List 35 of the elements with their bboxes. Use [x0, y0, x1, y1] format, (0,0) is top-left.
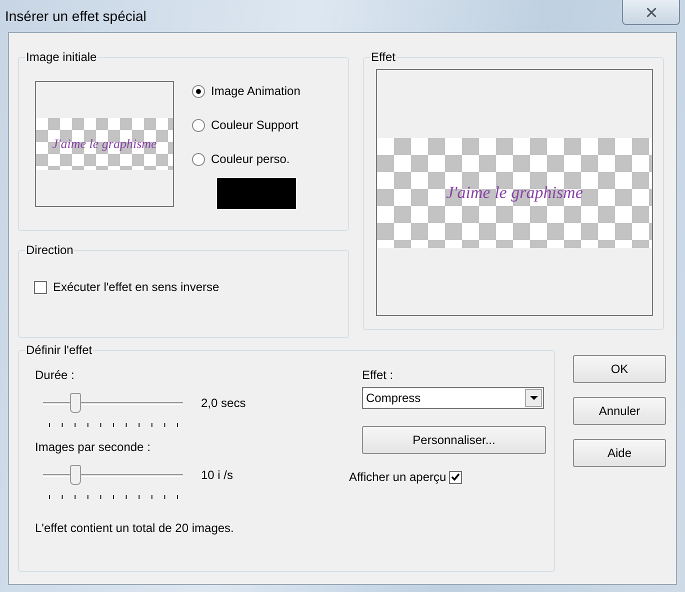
slider[interactable] — [43, 393, 183, 413]
checkbox[interactable] — [34, 280, 47, 294]
radio-label: Image Animation — [211, 84, 300, 98]
dialog-button[interactable]: Annuler — [573, 397, 666, 425]
slider[interactable] — [43, 465, 183, 485]
group-label: Effet — [370, 50, 396, 64]
radio-button[interactable] — [192, 118, 205, 132]
checkmark-icon — [451, 473, 460, 481]
radio-label: Couleur perso. — [211, 152, 290, 166]
slider-label: Durée : — [35, 368, 76, 382]
group-label: Direction — [25, 243, 74, 257]
dialog-button[interactable]: OK — [573, 355, 666, 383]
slider-value: 2,0 secs — [201, 396, 246, 410]
radio-button[interactable] — [192, 84, 205, 98]
checkbox-label: Exécuter l'effet en sens inverse — [53, 280, 220, 294]
group-label: Définir l'effet — [25, 343, 94, 357]
close-button[interactable] — [622, 0, 680, 25]
effect-dropdown[interactable]: Compress — [362, 387, 544, 409]
preview-text: J'aime le graphisme — [52, 135, 157, 154]
preview-text: J'aime le graphisme — [446, 182, 583, 204]
summary-text: L'effet contient un total de 20 images. — [35, 521, 235, 535]
effect-label: Effet : — [362, 368, 394, 382]
checkbox[interactable] — [449, 470, 462, 484]
slider-label: Images par seconde : — [35, 440, 152, 454]
dialog-button[interactable]: Personnaliser... — [362, 426, 546, 454]
slider-thumb[interactable] — [70, 465, 81, 485]
radio-label: Couleur Support — [211, 118, 298, 132]
slider-value: 10 i /s — [201, 468, 234, 482]
color-swatch[interactable] — [217, 178, 296, 209]
checkbox-label: Afficher un aperçu — [349, 470, 446, 484]
slider-thumb[interactable] — [70, 393, 81, 413]
radio-button[interactable] — [192, 152, 205, 166]
group-label: Image initiale — [25, 50, 98, 64]
dialog-button[interactable]: Aide — [573, 439, 666, 467]
window-title: Insérer un effet spécial — [5, 8, 146, 24]
